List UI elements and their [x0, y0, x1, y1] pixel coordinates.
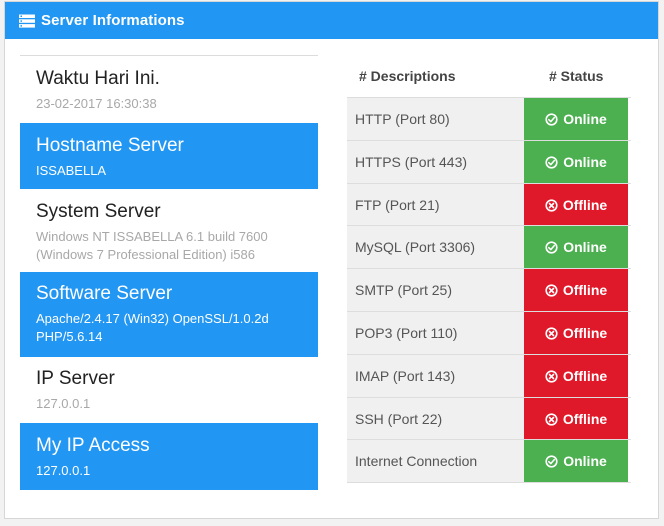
x-circle-icon: [545, 198, 558, 212]
status-label: Online: [563, 154, 607, 170]
info-item-title: Hostname Server: [36, 135, 184, 156]
check-circle-icon: [545, 454, 558, 468]
table-row: MySQL (Port 3306) Online: [347, 226, 631, 268]
info-item-title: My IP Access: [36, 435, 150, 456]
info-item-title: Software Server: [36, 283, 173, 304]
info-item: Waktu Hari Ini. 23-02-2017 16:30:38: [20, 56, 318, 123]
status-label: Offline: [562, 411, 608, 427]
info-item-value-line: Windows NT ISSABELLA 6.1 build 7600: [36, 229, 268, 244]
table-row: HTTP (Port 80) Online: [347, 98, 631, 140]
service-description: MySQL (Port 3306): [347, 226, 524, 268]
status-badge: Offline: [524, 355, 628, 397]
table-row: HTTPS (Port 443) Online: [347, 141, 631, 183]
check-circle-icon: [545, 240, 558, 254]
status-label: Online: [563, 239, 607, 255]
table-row: POP3 (Port 110) Offline: [347, 312, 631, 354]
server-list-icon: [19, 14, 35, 28]
info-item-value-line: PHP/5.6.14: [36, 329, 103, 344]
info-item-value-line: 127.0.0.1: [36, 396, 91, 411]
x-circle-icon: [545, 283, 558, 297]
info-item-value-line: (Windows 7 Professional Edition) i586: [36, 247, 255, 262]
status-badge: Online: [524, 98, 628, 140]
x-circle-icon: [545, 326, 558, 340]
status-badge: Online: [524, 226, 628, 268]
status-label: Offline: [562, 325, 608, 341]
info-item-value-line: Apache/2.4.17 (Win32) OpenSSL/1.0.2d: [36, 311, 269, 326]
info-item-value: 23-02-2017 16:30:38: [36, 95, 318, 113]
info-item: System Server Windows NT ISSABELLA 6.1 bu…: [20, 189, 318, 272]
service-description: FTP (Port 21): [347, 184, 524, 226]
column-header-descriptions: # Descriptions: [359, 68, 456, 84]
status-badge: Offline: [524, 269, 628, 311]
info-item-value: Apache/2.4.17 (Win32) OpenSSL/1.0.2d PHP/…: [36, 310, 318, 346]
info-item-title: Waktu Hari Ini.: [36, 68, 160, 89]
x-circle-icon: [545, 412, 558, 426]
info-item-title: System Server: [36, 201, 161, 222]
column-header-status: # Status: [549, 68, 604, 84]
table-row: IMAP (Port 143) Offline: [347, 355, 631, 397]
status-badge: Online: [524, 141, 628, 183]
service-description: HTTPS (Port 443): [347, 141, 524, 183]
table-row: SMTP (Port 25) Offline: [347, 269, 631, 311]
service-description: HTTP (Port 80): [347, 98, 524, 140]
info-item-value: 127.0.0.1: [36, 462, 318, 480]
info-item: Software Server Apache/2.4.17 (Win32) Ope…: [20, 272, 318, 357]
row-divider: [347, 482, 631, 483]
info-item-value-line: ISSABELLA: [36, 163, 107, 178]
service-description: SMTP (Port 25): [347, 269, 524, 311]
info-item-value-line: 127.0.0.1: [36, 463, 91, 478]
check-circle-icon: [545, 155, 558, 169]
service-description: IMAP (Port 143): [347, 355, 524, 397]
status-label: Online: [563, 111, 607, 127]
service-description: POP3 (Port 110): [347, 312, 524, 354]
info-item-title: IP Server: [36, 368, 115, 389]
x-circle-icon: [545, 369, 558, 383]
status-badge: Offline: [524, 398, 628, 440]
table-row: FTP (Port 21) Offline: [347, 184, 631, 226]
info-item-value: 127.0.0.1: [36, 395, 318, 413]
panel-title: Server Informations: [41, 12, 185, 29]
info-item: IP Server 127.0.0.1: [20, 357, 318, 423]
info-item: Hostname Server ISSABELLA: [20, 123, 318, 189]
status-label: Offline: [562, 197, 608, 213]
service-description: SSH (Port 22): [347, 398, 524, 440]
status-label: Offline: [562, 282, 608, 298]
server-info-list: Waktu Hari Ini. 23-02-2017 16:30:38 Hostna…: [20, 55, 318, 490]
service-description: Internet Connection: [347, 440, 524, 482]
status-badge: Offline: [524, 312, 628, 354]
info-item-value: ISSABELLA: [36, 162, 318, 180]
info-item-value-line: 23-02-2017 16:30:38: [36, 96, 157, 111]
panel-header: Server Informations: [5, 2, 658, 39]
server-info-panel: Server Informations Waktu Hari Ini. 23-02…: [4, 1, 659, 519]
status-badge: Offline: [524, 184, 628, 226]
table-row: SSH (Port 22) Offline: [347, 398, 631, 440]
table-row: Internet Connection Online: [347, 440, 631, 482]
status-label: Online: [563, 453, 607, 469]
check-circle-icon: [545, 112, 558, 126]
status-label: Offline: [562, 368, 608, 384]
info-item: My IP Access 127.0.0.1: [20, 423, 318, 490]
status-badge: Online: [524, 440, 628, 482]
info-item-value: Windows NT ISSABELLA 6.1 build 7600 (Wind…: [36, 228, 318, 264]
